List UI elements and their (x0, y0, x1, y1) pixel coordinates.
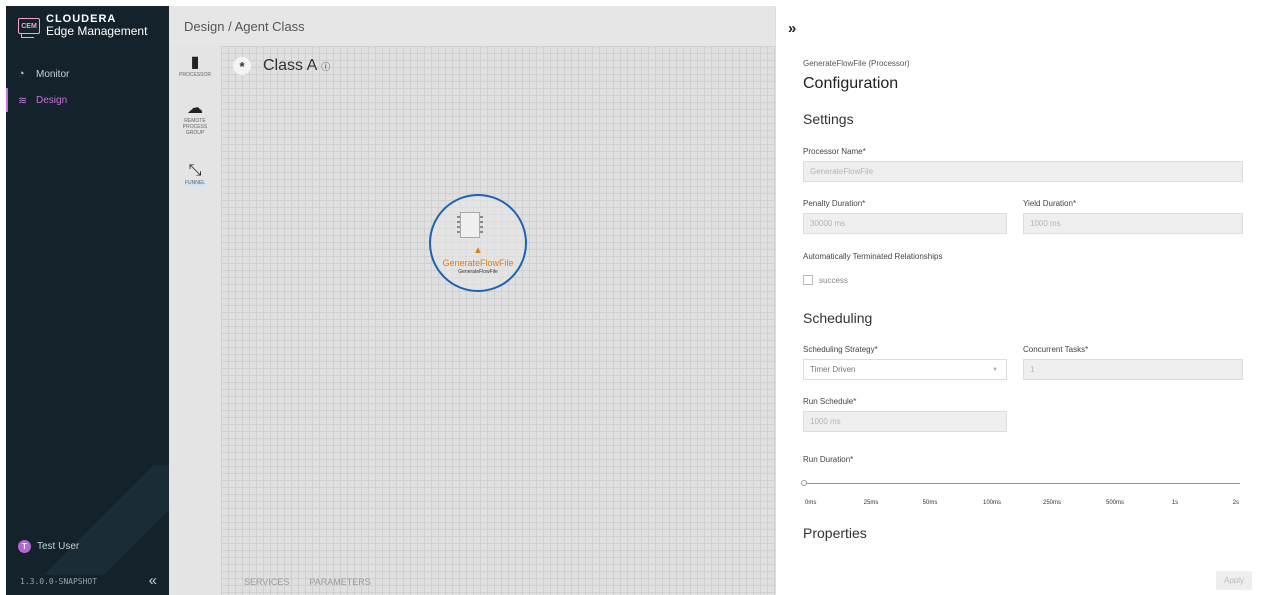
sidebar-decoration (46, 465, 169, 575)
run-duration-slider[interactable] (801, 480, 1240, 486)
node-name: GenerateFlowFile (442, 258, 514, 268)
concurrent-tasks-label: Concurrent Tasks* (1023, 345, 1089, 354)
tab-services[interactable]: SERVICES (244, 577, 289, 587)
class-title: * Class A ⓘ (233, 57, 330, 75)
tick-label: 500ms (1105, 500, 1125, 506)
tab-parameters[interactable]: PARAMETERS (309, 577, 370, 587)
slider-handle[interactable] (801, 480, 807, 486)
select-value: Timer Driven (810, 365, 856, 374)
warning-icon: ▲ (473, 245, 483, 256)
cem-logo-icon: CEM (18, 18, 40, 38)
sidebar-item-design[interactable]: ≋ Design (6, 88, 169, 112)
concurrent-tasks-input[interactable]: 1 (1023, 359, 1243, 380)
configuration-panel: » GenerateFlowFile (Processor) Configura… (775, 6, 1268, 595)
yield-duration-label: Yield Duration* (1023, 199, 1077, 208)
run-duration-label: Run Duration* (803, 455, 854, 464)
palette-funnel[interactable]: ⤡ FUNNEL (169, 162, 221, 186)
sidebar-item-label: Monitor (36, 68, 70, 80)
node-type: GenerateFlowFile (458, 269, 498, 275)
tick-label: 50ms (922, 500, 938, 506)
apply-button[interactable]: Apply (1215, 571, 1252, 590)
version-label: 1.3.0.0-SNAPSHOT (20, 577, 98, 586)
cloud-icon: ☁ (187, 100, 203, 117)
main-area: Design / Agent Class ▮ PROCESSOR ☁ REMOT… (169, 6, 775, 595)
collapse-sidebar-button[interactable]: « (149, 572, 157, 589)
collapse-panel-button[interactable]: » (788, 20, 796, 37)
brand[interactable]: CEM CLOUDERA Edge Management (18, 14, 147, 38)
palette-label: FUNNEL (184, 180, 205, 186)
yield-duration-input[interactable]: 1000 ms (1023, 213, 1243, 234)
tick-label: 0ms (805, 500, 817, 506)
scheduling-heading: Scheduling (803, 310, 873, 326)
component-palette: ▮ PROCESSOR ☁ REMOTE PROCESS GROUP ⤡ FUN… (169, 46, 221, 595)
settings-heading: Settings (803, 111, 854, 127)
tick-label: 100ms (982, 500, 1002, 506)
processor-node[interactable]: ▲ GenerateFlowFile GenerateFlowFile (429, 194, 527, 292)
user-name: Test User (37, 541, 80, 552)
tick-label: 250ms (1042, 500, 1062, 506)
checkbox-label: success (819, 275, 848, 285)
scheduling-strategy-label: Scheduling Strategy* (803, 345, 878, 354)
brand-product: Edge Management (46, 24, 148, 38)
dropdown-arrow-icon: ▼ (992, 366, 998, 373)
sidebar-item-label: Design (36, 94, 68, 106)
palette-processor[interactable]: ▮ PROCESSOR (169, 54, 221, 78)
processor-chip-icon (457, 212, 483, 238)
funnel-icon: ⤡ (188, 162, 202, 179)
properties-heading: Properties (803, 525, 867, 541)
checkbox-box[interactable] (803, 275, 813, 285)
asterisk-icon: * (233, 57, 251, 75)
panel-subtitle: GenerateFlowFile (Processor) (803, 59, 910, 68)
class-name: Class A (263, 57, 318, 74)
processor-name-label: Processor Name* (803, 147, 866, 156)
breadcrumb: Design / Agent Class (169, 6, 775, 46)
panel-title: Configuration (803, 75, 899, 92)
palette-remote-process-group[interactable]: ☁ REMOTE PROCESS GROUP (169, 100, 221, 136)
processor-name-input[interactable]: GenerateFlowFile (803, 161, 1243, 182)
sidebar: CEM CLOUDERA Edge Management ◔ Monitor ≋… (6, 6, 169, 595)
penalty-duration-label: Penalty Duration* (803, 199, 866, 208)
tick-label: 25ms (863, 500, 879, 506)
flow-canvas[interactable] (221, 46, 775, 595)
run-schedule-input[interactable]: 1000 ms (803, 411, 1007, 432)
scheduling-strategy-select[interactable]: Timer Driven ▼ (803, 359, 1007, 380)
info-icon[interactable]: ⓘ (321, 60, 330, 73)
design-icon: ≋ (18, 94, 28, 107)
tick-label: 1s (1171, 500, 1179, 506)
palette-label: GROUP (185, 130, 205, 136)
tick-label: 2s (1232, 500, 1239, 506)
auto-terminated-label: Automatically Terminated Relationships (803, 252, 943, 261)
bottom-tabs: SERVICES PARAMETERS (244, 577, 371, 587)
sidebar-item-monitor[interactable]: ◔ Monitor (6, 62, 169, 86)
penalty-duration-input[interactable]: 30000 ms (803, 213, 1007, 234)
run-schedule-label: Run Schedule* (803, 397, 857, 406)
success-checkbox[interactable]: success (803, 275, 848, 285)
user-menu[interactable]: T Test User (18, 540, 79, 553)
gauge-icon: ◔ (18, 68, 25, 80)
avatar: T (18, 540, 31, 553)
processor-icon: ▮ (190, 54, 200, 71)
palette-label: PROCESSOR (179, 72, 211, 78)
